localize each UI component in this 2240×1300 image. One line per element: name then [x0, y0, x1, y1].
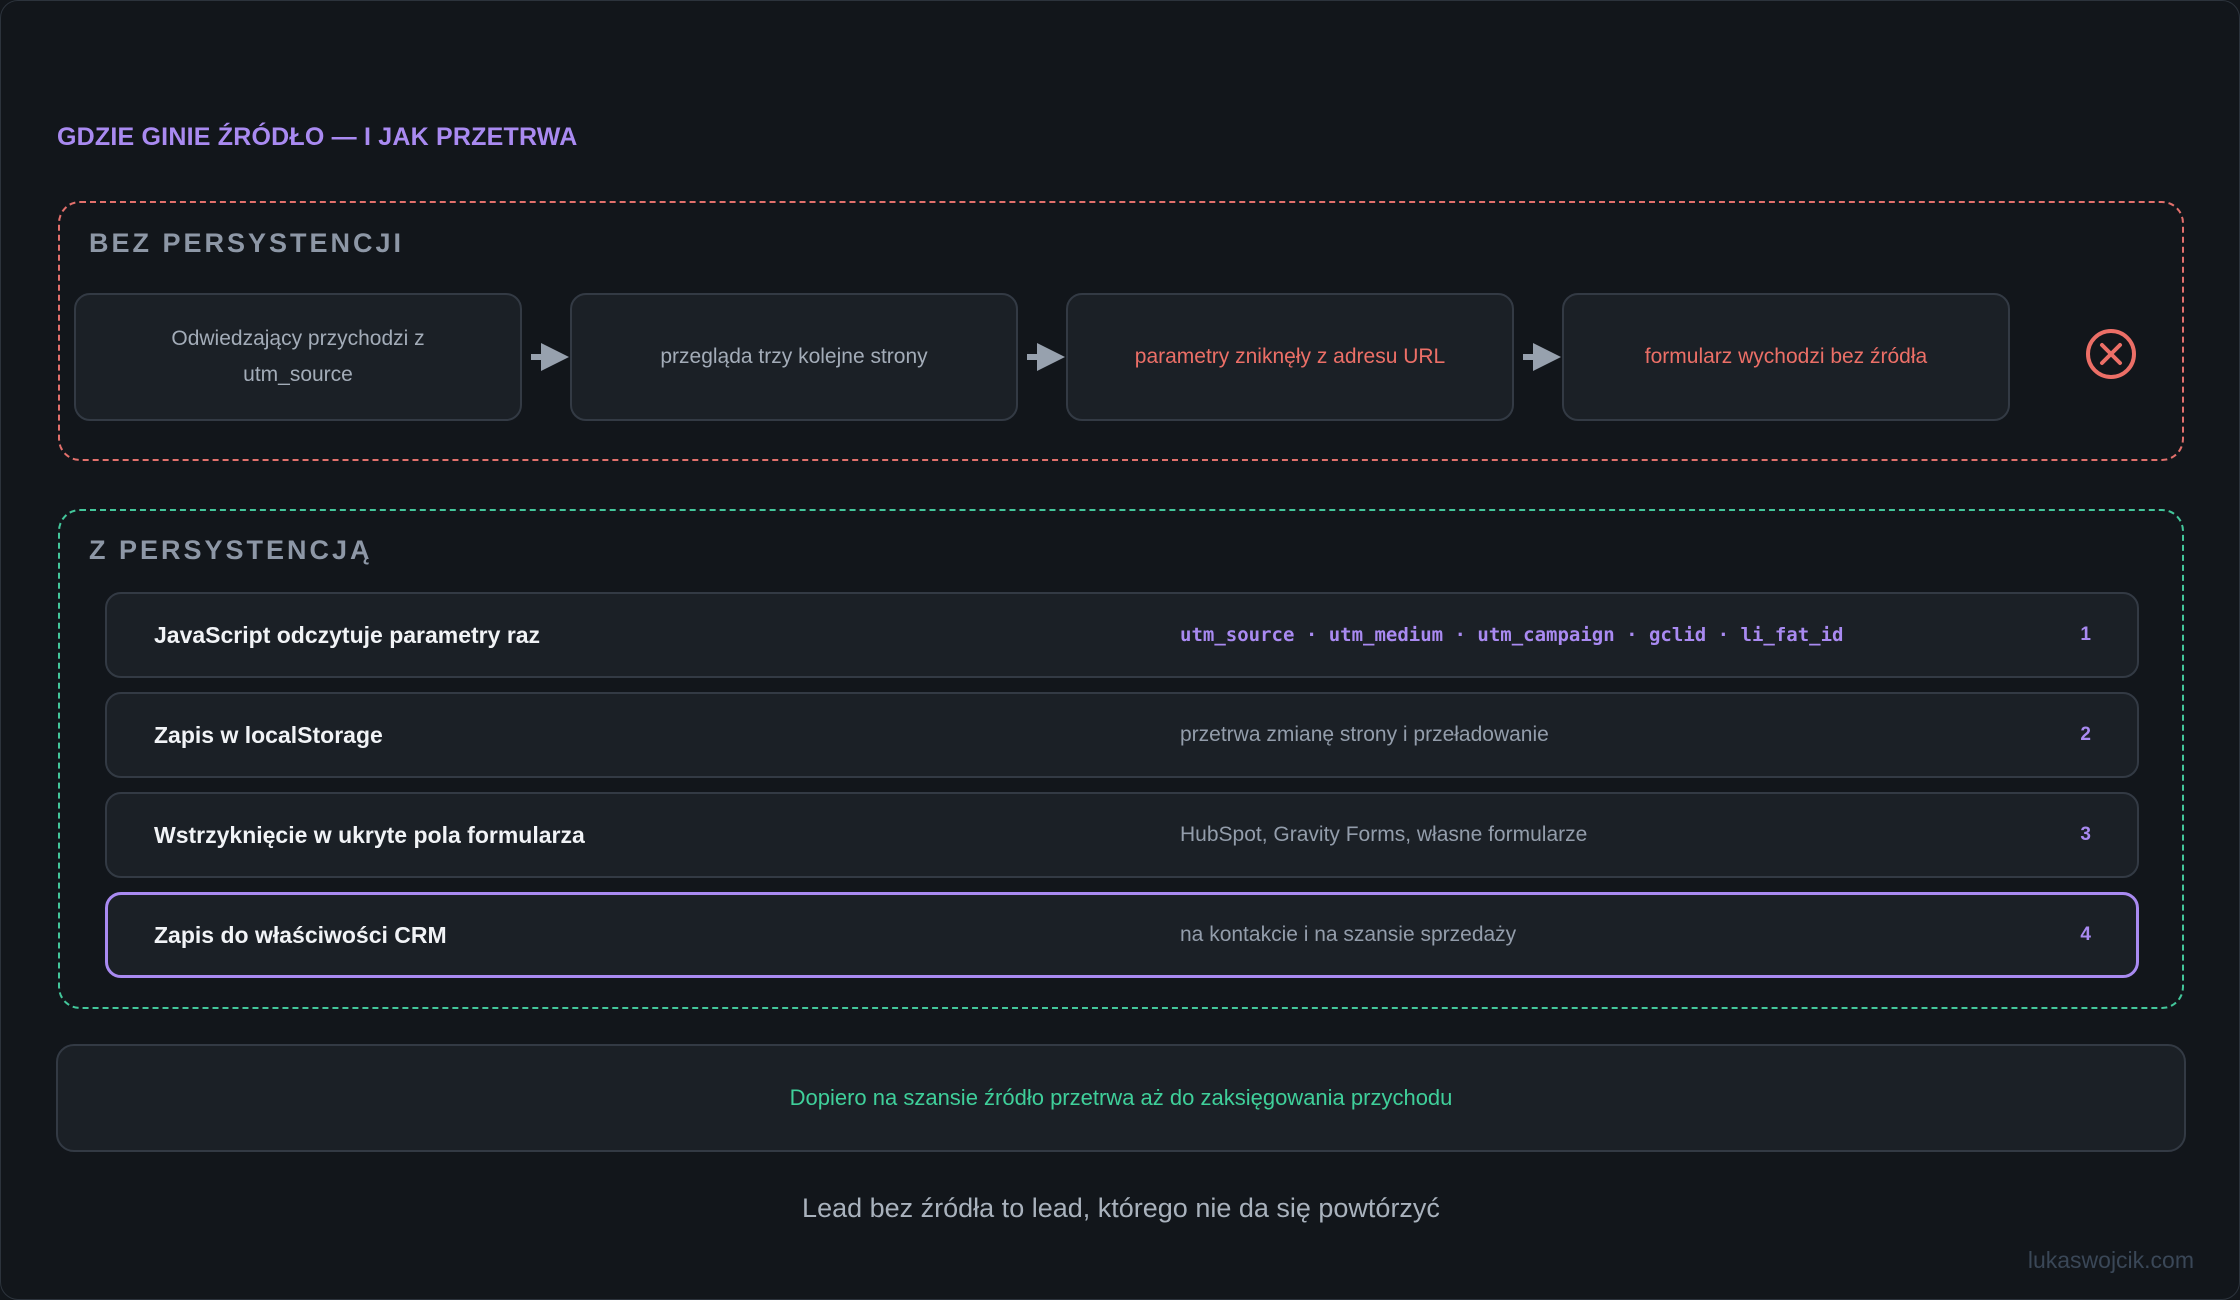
conclusion-note: Dopiero na szansie źródło przetrwa aż do… — [56, 1044, 2186, 1152]
section-without-persistence: BEZ PERSYSTENCJI Odwiedzający przychodzi… — [58, 201, 2184, 461]
flow-step-1: Odwiedzający przychodzi z utm_source — [74, 293, 522, 421]
flow-step-2: przegląda trzy kolejne strony — [570, 293, 1018, 421]
diagram-title: GDZIE GINIE ŹRÓDŁO — I JAK PRZETRWA — [57, 123, 578, 151]
row-detail: na kontakcie i na szansie sprzedaży — [1180, 923, 1517, 946]
tagline: Lead bez źródła to lead, którego nie da … — [802, 1193, 1440, 1223]
flow-step-3: parametry zniknęły z adresu URL — [1066, 293, 1514, 421]
arrow-right-icon — [531, 343, 569, 371]
persistence-step-row-2: Zapis w localStorage przetrwa zmianę str… — [105, 692, 2139, 778]
section-with-persistence: Z PERSYSTENCJĄ JavaScript odczytuje para… — [58, 509, 2184, 1009]
flow-step-4: formularz wychodzi bez źródła — [1562, 293, 2010, 421]
row-title: Wstrzyknięcie w ukryte pola formularza — [154, 821, 585, 848]
row-number: 3 — [2080, 824, 2091, 845]
row-title: JavaScript odczytuje parametry raz — [154, 621, 541, 648]
row-detail: utm_source · utm_medium · utm_campaign ·… — [1180, 624, 1844, 646]
row-title: Zapis do właściwości CRM — [154, 921, 447, 948]
arrow-right-icon — [1027, 343, 1065, 371]
footer-domain: lukaswojcik.com — [2027, 1247, 2194, 1273]
row-title: Zapis w localStorage — [154, 721, 383, 748]
row-detail: HubSpot, Gravity Forms, własne formularz… — [1180, 823, 1588, 846]
persistence-step-row-3: Wstrzyknięcie w ukryte pola formularza H… — [105, 792, 2139, 878]
arrow-right-icon — [1523, 343, 1561, 371]
section-label-without: BEZ PERSYSTENCJI — [89, 228, 405, 258]
diagram-frame: GDZIE GINIE ŹRÓDŁO — I JAK PRZETRWA BEZ … — [0, 0, 2240, 1300]
row-number: 2 — [2080, 724, 2091, 745]
x-circle-icon — [2086, 329, 2136, 379]
row-number: 1 — [2080, 624, 2091, 645]
row-number: 4 — [2080, 924, 2091, 945]
row-detail: przetrwa zmianę strony i przeładowanie — [1180, 723, 1549, 746]
persistence-step-row-4-highlighted: Zapis do właściwości CRM na kontakcie i … — [105, 892, 2139, 978]
section-label-with: Z PERSYSTENCJĄ — [89, 535, 373, 565]
persistence-step-row-1: JavaScript odczytuje parametry raz utm_s… — [105, 592, 2139, 678]
